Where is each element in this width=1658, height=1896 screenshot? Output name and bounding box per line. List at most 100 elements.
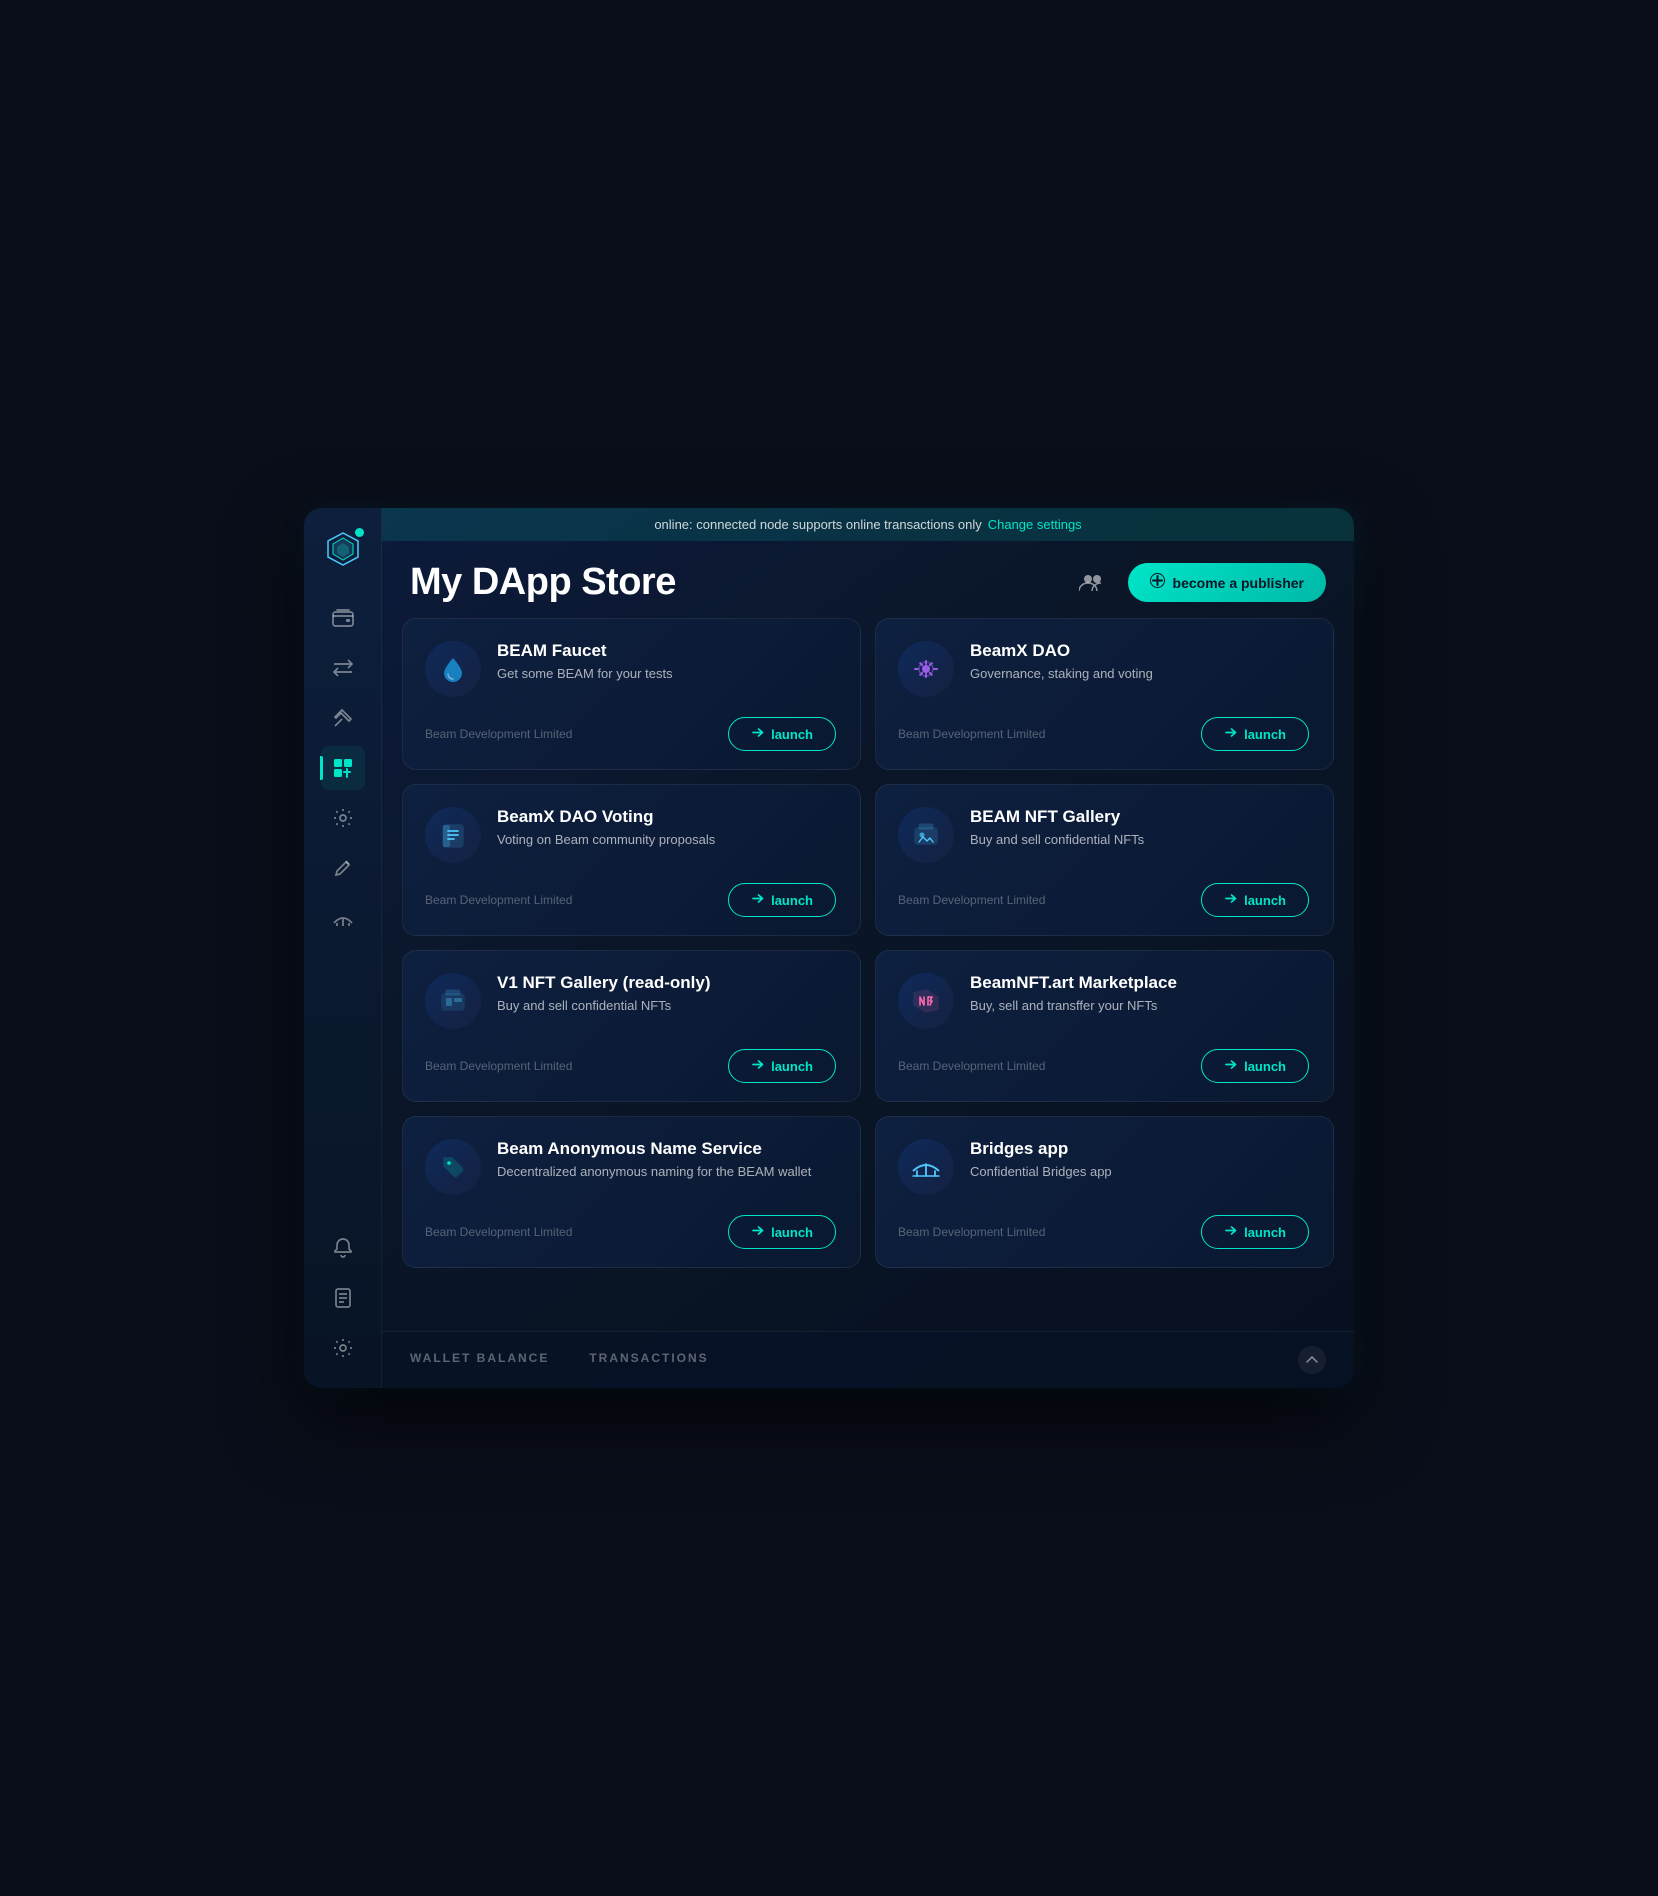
collapse-button[interactable] (1298, 1346, 1326, 1374)
dapp-icon-beam-faucet (425, 641, 481, 697)
launch-button-beamnft-art[interactable]: launch (1201, 1049, 1309, 1083)
launch-button-beamx-dao[interactable]: launch (1201, 717, 1309, 751)
dapp-info-v1-nft-gallery: V1 NFT Gallery (read-only) Buy and sell … (497, 973, 836, 1016)
publisher-btn-icon (1150, 573, 1165, 592)
dapp-name-beamx-dao: BeamX DAO (970, 641, 1309, 661)
launch-icon-beam-faucet (751, 726, 764, 742)
launch-button-beamx-dao-voting[interactable]: launch (728, 883, 836, 917)
app-wrapper: online: connected node supports online t… (304, 508, 1354, 1388)
dapp-icon-beamx-dao-voting (425, 807, 481, 863)
launch-button-bridges-app[interactable]: launch (1201, 1215, 1309, 1249)
dapp-info-beam-faucet: BEAM Faucet Get some BEAM for your tests (497, 641, 836, 684)
dapp-card-beamx-dao: BeamX DAO Governance, staking and voting… (875, 618, 1334, 770)
sidebar-item-bridge[interactable] (321, 896, 365, 940)
sidebar-item-app-settings[interactable] (321, 1326, 365, 1370)
tab-transactions[interactable]: TRANSACTIONS (589, 1351, 708, 1369)
sidebar-item-atomic-swap[interactable] (321, 696, 365, 740)
dapp-publisher-beamx-dao-voting: Beam Development Limited (425, 893, 572, 907)
dapp-footer-beamx-dao: Beam Development Limited launch (898, 717, 1309, 751)
dapp-desc-bridges-app: Confidential Bridges app (970, 1163, 1309, 1182)
dapp-info-beamx-dao: BeamX DAO Governance, staking and voting (970, 641, 1309, 684)
dapp-info-beamx-dao-voting: BeamX DAO Voting Voting on Beam communit… (497, 807, 836, 850)
dapp-card-beamx-dao-voting: BeamX DAO Voting Voting on Beam communit… (402, 784, 861, 936)
dapp-card-bridges-app: Bridges app Confidential Bridges app Bea… (875, 1116, 1334, 1268)
dapp-name-beam-faucet: BEAM Faucet (497, 641, 836, 661)
dapp-grid: BEAM Faucet Get some BEAM for your tests… (402, 618, 1334, 1284)
launch-icon-beamnft-art (1224, 1058, 1237, 1074)
launch-button-beam-name-service[interactable]: launch (728, 1215, 836, 1249)
dapp-info-beam-nft-gallery: BEAM NFT Gallery Buy and sell confidenti… (970, 807, 1309, 850)
dapp-name-beamx-dao-voting: BeamX DAO Voting (497, 807, 836, 827)
dapp-card-beam-faucet: BEAM Faucet Get some BEAM for your tests… (402, 618, 861, 770)
dapp-publisher-beam-faucet: Beam Development Limited (425, 727, 572, 741)
dapp-publisher-v1-nft-gallery: Beam Development Limited (425, 1059, 572, 1073)
top-status-bar: online: connected node supports online t… (382, 508, 1354, 541)
sidebar-item-notifications[interactable] (321, 1226, 365, 1270)
launch-icon-beam-nft-gallery (1224, 892, 1237, 908)
dapp-info-beamnft-art: BeamNFT.art Marketplace Buy, sell and tr… (970, 973, 1309, 1016)
launch-icon-v1-nft-gallery (751, 1058, 764, 1074)
dapp-name-v1-nft-gallery: V1 NFT Gallery (read-only) (497, 973, 836, 993)
launch-button-v1-nft-gallery[interactable]: launch (728, 1049, 836, 1083)
dapp-footer-beam-faucet: Beam Development Limited launch (425, 717, 836, 751)
sidebar (304, 508, 382, 1388)
dapp-card-header: Beam Anonymous Name Service Decentralize… (425, 1139, 836, 1195)
tab-wallet-balance[interactable]: WALLET BALANCE (410, 1351, 549, 1369)
header-actions: become a publisher (1072, 563, 1326, 603)
dapp-desc-beamx-dao-voting: Voting on Beam community proposals (497, 831, 836, 850)
dapp-name-beamnft-art: BeamNFT.art Marketplace (970, 973, 1309, 993)
dapp-card-header: BeamNFT.art Marketplace Buy, sell and tr… (898, 973, 1309, 1029)
launch-icon-beamx-dao-voting (751, 892, 764, 908)
app-logo (320, 526, 366, 572)
dapp-footer-beamnft-art: Beam Development Limited launch (898, 1049, 1309, 1083)
dapp-publisher-beam-nft-gallery: Beam Development Limited (898, 893, 1045, 907)
dapp-card-header: BEAM NFT Gallery Buy and sell confidenti… (898, 807, 1309, 863)
become-publisher-button[interactable]: become a publisher (1128, 563, 1326, 602)
dapp-publisher-bridges-app: Beam Development Limited (898, 1225, 1045, 1239)
dapp-footer-beam-name-service: Beam Development Limited launch (425, 1215, 836, 1249)
dapp-info-bridges-app: Bridges app Confidential Bridges app (970, 1139, 1309, 1182)
sidebar-item-swap[interactable] (321, 646, 365, 690)
launch-icon-beam-name-service (751, 1224, 764, 1240)
dapp-card-beam-name-service: Beam Anonymous Name Service Decentralize… (402, 1116, 861, 1268)
dapp-name-beam-nft-gallery: BEAM NFT Gallery (970, 807, 1309, 827)
dapp-footer-v1-nft-gallery: Beam Development Limited launch (425, 1049, 836, 1083)
launch-button-beam-nft-gallery[interactable]: launch (1201, 883, 1309, 917)
page-header: My DApp Store become a publisher (382, 541, 1354, 618)
page-title: My DApp Store (410, 561, 676, 604)
dapp-name-bridges-app: Bridges app (970, 1139, 1309, 1159)
dapp-icon-v1-nft-gallery (425, 973, 481, 1029)
dapp-card-header: BEAM Faucet Get some BEAM for your tests (425, 641, 836, 697)
dapp-info-beam-name-service: Beam Anonymous Name Service Decentralize… (497, 1139, 836, 1182)
dapp-icon-beamnft-art (898, 973, 954, 1029)
dapp-card-header: BeamX DAO Voting Voting on Beam communit… (425, 807, 836, 863)
people-icon-button[interactable] (1072, 563, 1112, 603)
sidebar-item-settings[interactable] (321, 796, 365, 840)
dapp-desc-v1-nft-gallery: Buy and sell confidential NFTs (497, 997, 836, 1016)
dapp-desc-beamx-dao: Governance, staking and voting (970, 665, 1309, 684)
main-content: online: connected node supports online t… (382, 508, 1354, 1388)
dapp-card-beamnft-art: BeamNFT.art Marketplace Buy, sell and tr… (875, 950, 1334, 1102)
dapp-publisher-beam-name-service: Beam Development Limited (425, 1225, 572, 1239)
sidebar-item-sign[interactable] (321, 846, 365, 890)
sidebar-item-report[interactable] (321, 1276, 365, 1320)
dapp-publisher-beamnft-art: Beam Development Limited (898, 1059, 1045, 1073)
launch-button-beam-faucet[interactable]: launch (728, 717, 836, 751)
dapp-icon-beam-nft-gallery (898, 807, 954, 863)
dapp-name-beam-name-service: Beam Anonymous Name Service (497, 1139, 836, 1159)
dapp-publisher-beamx-dao: Beam Development Limited (898, 727, 1045, 741)
sidebar-item-dapp-store[interactable] (321, 746, 365, 790)
sidebar-item-wallet[interactable] (321, 596, 365, 640)
dapp-desc-beamnft-art: Buy, sell and transffer your NFTs (970, 997, 1309, 1016)
change-settings-link[interactable]: Change settings (988, 517, 1082, 532)
dapp-icon-bridges-app (898, 1139, 954, 1195)
status-text: online: connected node supports online t… (654, 517, 981, 532)
bottom-tabs: WALLET BALANCE TRANSACTIONS (382, 1331, 1354, 1388)
dapp-icon-beamx-dao (898, 641, 954, 697)
online-indicator (355, 528, 364, 537)
dapp-footer-beamx-dao-voting: Beam Development Limited launch (425, 883, 836, 917)
dapp-desc-beam-nft-gallery: Buy and sell confidential NFTs (970, 831, 1309, 850)
dapp-card-header: Bridges app Confidential Bridges app (898, 1139, 1309, 1195)
publisher-btn-label: become a publisher (1173, 575, 1304, 591)
launch-icon-bridges-app (1224, 1224, 1237, 1240)
